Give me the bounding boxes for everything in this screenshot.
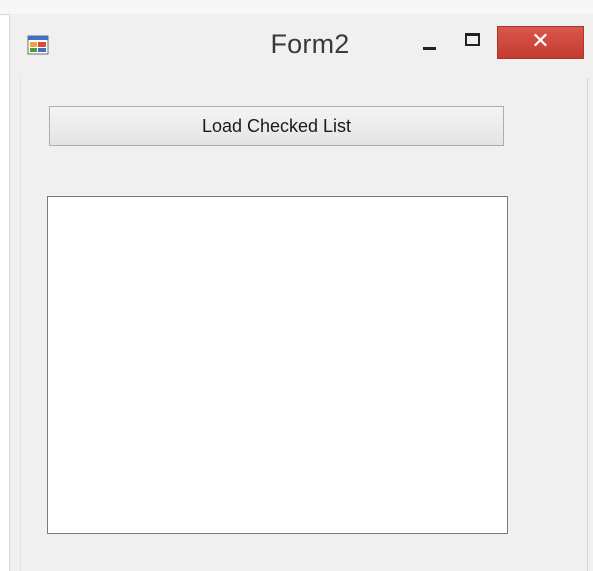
desktop: Form2 ✕ Load Checked List (0, 0, 593, 571)
background-window-edge (0, 0, 593, 15)
title-bar[interactable]: Form2 ✕ (10, 14, 593, 78)
checked-list-box[interactable] (47, 196, 508, 534)
close-button[interactable]: ✕ (497, 26, 584, 59)
minimize-icon (423, 47, 436, 50)
close-icon: ✕ (531, 29, 550, 54)
minimize-button[interactable] (410, 22, 450, 70)
form-client-area: Load Checked List (20, 78, 588, 571)
form2-window: Form2 ✕ Load Checked List (9, 14, 593, 571)
window-title: Form2 (270, 29, 350, 59)
load-checked-list-button[interactable]: Load Checked List (49, 106, 504, 146)
maximize-button[interactable] (453, 22, 493, 62)
maximize-icon (465, 33, 480, 46)
app-icon[interactable] (27, 35, 49, 55)
